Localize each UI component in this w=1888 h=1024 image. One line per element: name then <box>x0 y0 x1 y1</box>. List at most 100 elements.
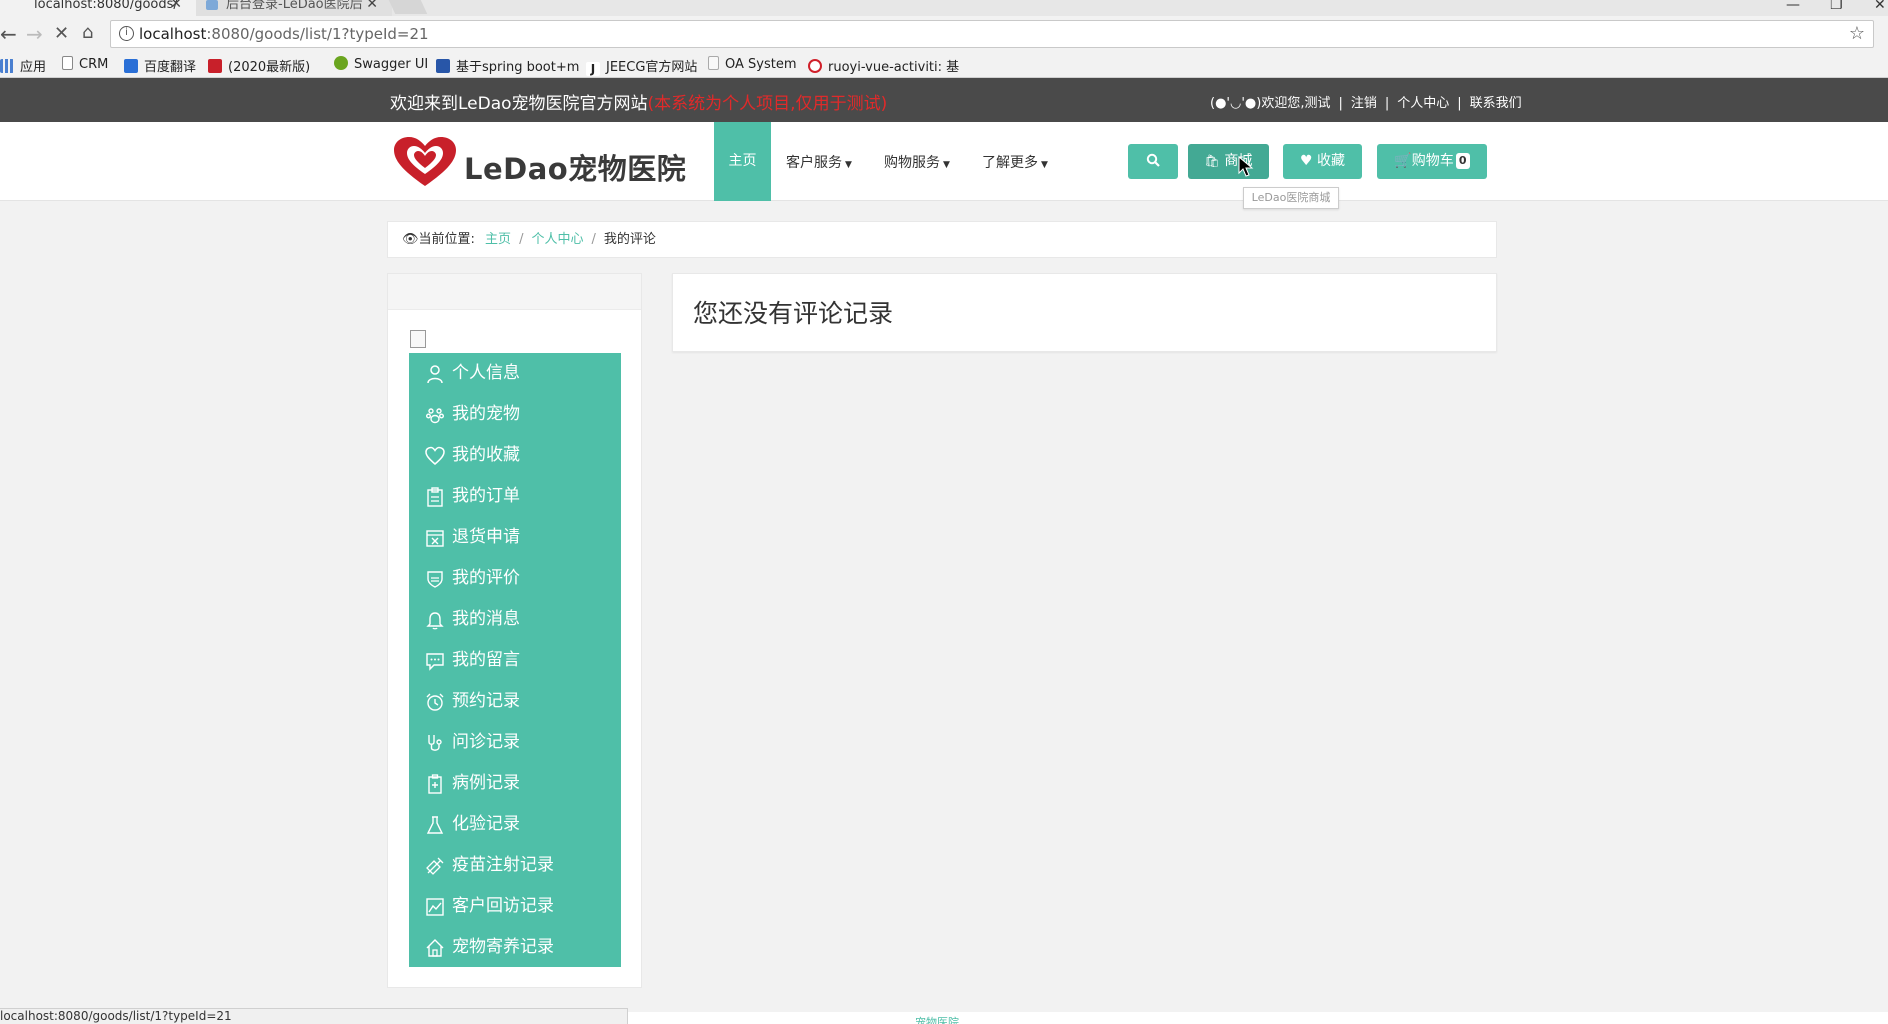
nav-learn-more[interactable]: 了解更多 ▼ <box>982 152 1048 172</box>
c-logo-icon <box>208 59 222 73</box>
sidebar-item-vaccinations[interactable]: 疫苗注射记录 <box>409 845 621 886</box>
cart-icon: 🛒 <box>1394 153 1412 169</box>
sidebar-item-messages[interactable]: 我的消息 <box>409 599 621 640</box>
caret-down-icon: ▼ <box>1041 160 1048 170</box>
breadcrumb-home-link[interactable]: 主页 <box>485 232 511 247</box>
avatar <box>410 330 426 348</box>
sidebar-header <box>388 274 641 310</box>
sidebar-item-reviews[interactable]: 我的评价 <box>409 558 621 599</box>
home-icon <box>426 939 444 957</box>
sidebar-item-consultations[interactable]: 问诊记录 <box>409 722 621 763</box>
bookmark-star-icon[interactable]: ☆ <box>1849 23 1865 44</box>
warning-text: (本系统为个人项目,仅用于测试) <box>647 94 888 114</box>
heart-logo-icon <box>394 137 456 186</box>
sidebar-item-returns[interactable]: 退货申请 <box>409 517 621 558</box>
shop-tooltip: LeDao医院商城 <box>1243 187 1339 209</box>
search-icon <box>1146 153 1160 167</box>
stop-loading-icon[interactable]: ✕ <box>54 23 69 44</box>
logout-link[interactable]: 注销 <box>1351 96 1377 111</box>
site-header: LeDao宠物医院 主页 客户服务 ▼ 购物服务 ▼ 了解更多 ▼ 🛍 商城 ♥ 收藏… <box>0 122 1888 201</box>
personal-center-link[interactable]: 个人中心 <box>1397 96 1449 111</box>
forward-arrow-icon[interactable]: → <box>26 22 43 46</box>
breadcrumb-prefix: 当前位置: <box>418 232 475 247</box>
bookmark-jeecg[interactable]: J JEECG官方网站 <box>586 56 697 76</box>
nav-customer-service[interactable]: 客户服务 ▼ <box>786 152 852 172</box>
page-icon <box>708 56 719 70</box>
home-icon[interactable]: ⌂ <box>82 22 93 43</box>
status-url: localhost:8080/goods/list/1?typeId=21 <box>0 1009 232 1023</box>
caret-down-icon: ▼ <box>845 160 852 170</box>
ruoyi-icon <box>808 59 822 73</box>
sidebar-item-appointments[interactable]: 预约记录 <box>409 681 621 722</box>
bookmark-oa-system[interactable]: OA System <box>708 56 797 72</box>
footer-area <box>628 1012 1888 1024</box>
minimize-icon[interactable]: — <box>1786 0 1800 13</box>
bell-icon <box>426 612 444 630</box>
breadcrumb-current: 我的评论 <box>603 232 656 247</box>
empty-state-message: 您还没有评论记录 <box>693 299 894 328</box>
user-sidebar: 个人信息 我的宠物 我的收藏 我的订单 退货申请 我的评价 我的消息 我的留言 <box>387 273 642 988</box>
cart-count-badge: 0 <box>1455 153 1470 169</box>
favorites-button[interactable]: ♥ 收藏 <box>1283 144 1362 179</box>
sidebar-item-comments[interactable]: 我的留言 <box>409 640 621 681</box>
close-window-icon[interactable]: ✕ <box>1874 0 1886 13</box>
shop-button[interactable]: 🛍 商城 <box>1188 144 1269 179</box>
bookmark-swagger[interactable]: Swagger UI <box>334 56 428 72</box>
sidebar-item-favorites[interactable]: 我的收藏 <box>409 435 621 476</box>
tab-title: 后台登录-LeDao医院后 <box>226 0 363 12</box>
sidebar-item-pets[interactable]: 我的宠物 <box>409 394 621 435</box>
restore-icon[interactable]: ❐ <box>1830 0 1843 13</box>
bookmark-baidu-translate[interactable]: 百度翻译 <box>124 56 196 75</box>
sidebar-menu: 个人信息 我的宠物 我的收藏 我的订单 退货申请 我的评价 我的消息 我的留言 <box>409 353 621 967</box>
info-icon[interactable]: i <box>119 26 134 41</box>
user-icon <box>427 365 443 384</box>
sidebar-item-boarding[interactable]: 宠物寄养记录 <box>409 927 621 968</box>
back-arrow-icon[interactable]: ← <box>0 22 17 46</box>
sidebar-item-orders[interactable]: 我的订单 <box>409 476 621 517</box>
user-links: (●'◡'●)欢迎您,测试 | 注销 | 个人中心 | 联系我们 <box>1210 96 1522 111</box>
bookmark-apps[interactable]: 应用 <box>0 56 46 75</box>
apps-grid-icon <box>0 59 14 73</box>
medical-record-icon <box>428 774 442 794</box>
return-box-icon <box>426 530 444 547</box>
bookmark-ruoyi[interactable]: ruoyi-vue-activiti: 基 <box>808 56 959 75</box>
contact-us-link[interactable]: 联系我们 <box>1470 96 1522 111</box>
address-bar[interactable]: i localhost:8080/goods/list/1?typeId=21 … <box>110 20 1874 48</box>
heart-icon <box>425 446 445 465</box>
bookmark-spring-boot[interactable]: 基于spring boot+m <box>436 56 579 75</box>
review-icon <box>427 571 443 588</box>
heart-icon: ♥ <box>1299 153 1313 169</box>
close-tab-icon[interactable]: ✕ <box>366 0 378 11</box>
sidebar-item-profile[interactable]: 个人信息 <box>409 353 621 394</box>
clipboard-icon <box>427 487 443 507</box>
eye-icon: 👁 <box>402 232 419 247</box>
close-tab-icon[interactable]: ✕ <box>170 0 182 11</box>
search-button[interactable] <box>1128 144 1178 179</box>
sidebar-item-medical-records[interactable]: 病例记录 <box>409 763 621 804</box>
sidebar-item-follow-ups[interactable]: 客户回访记录 <box>409 886 621 927</box>
bookmark-2020[interactable]: (2020最新版) <box>208 56 310 75</box>
cart-button[interactable]: 🛒购物车 0 <box>1377 144 1487 179</box>
nav-shopping-service[interactable]: 购物服务 ▼ <box>884 152 950 172</box>
bookmark-crm[interactable]: CRM <box>62 56 108 72</box>
sidebar-item-lab-tests[interactable]: 化验记录 <box>409 804 621 845</box>
welcome-text: 欢迎来到LeDao宠物医院官方网站(本系统为个人项目,仅用于测试) <box>390 94 888 114</box>
comments-panel: 您还没有评论记录 <box>672 273 1497 352</box>
chat-icon <box>426 653 444 671</box>
new-tab-button[interactable] <box>388 0 428 14</box>
breadcrumb-center-link[interactable]: 个人中心 <box>531 232 583 247</box>
site-logo[interactable]: LeDao宠物医院 <box>392 136 686 188</box>
breadcrumb: 👁当前位置: 主页 / 个人中心 / 我的评论 <box>387 221 1497 258</box>
syringe-icon <box>426 857 444 875</box>
footer-link[interactable]: 宠物医院 <box>915 1014 959 1024</box>
tab-title: localhost:8080/goods/ <box>34 0 178 12</box>
nav-home[interactable]: 主页 <box>714 122 771 201</box>
bookmarks-bar: 应用 CRM 百度翻译 (2020最新版) Swagger UI 基于sprin… <box>0 52 1888 78</box>
address-url: localhost:8080/goods/list/1?typeId=21 <box>139 25 429 43</box>
browser-toolbar: ← → ✕ ⌂ i localhost:8080/goods/list/1?ty… <box>0 16 1888 52</box>
flask-icon <box>426 816 444 834</box>
browser-tab-active[interactable]: localhost:8080/goods/ ✕ <box>0 0 196 16</box>
j-logo-icon: J <box>586 62 600 76</box>
browser-tab-inactive[interactable]: 后台登录-LeDao医院后 ✕ <box>196 0 392 16</box>
stethoscope-icon <box>428 735 442 751</box>
